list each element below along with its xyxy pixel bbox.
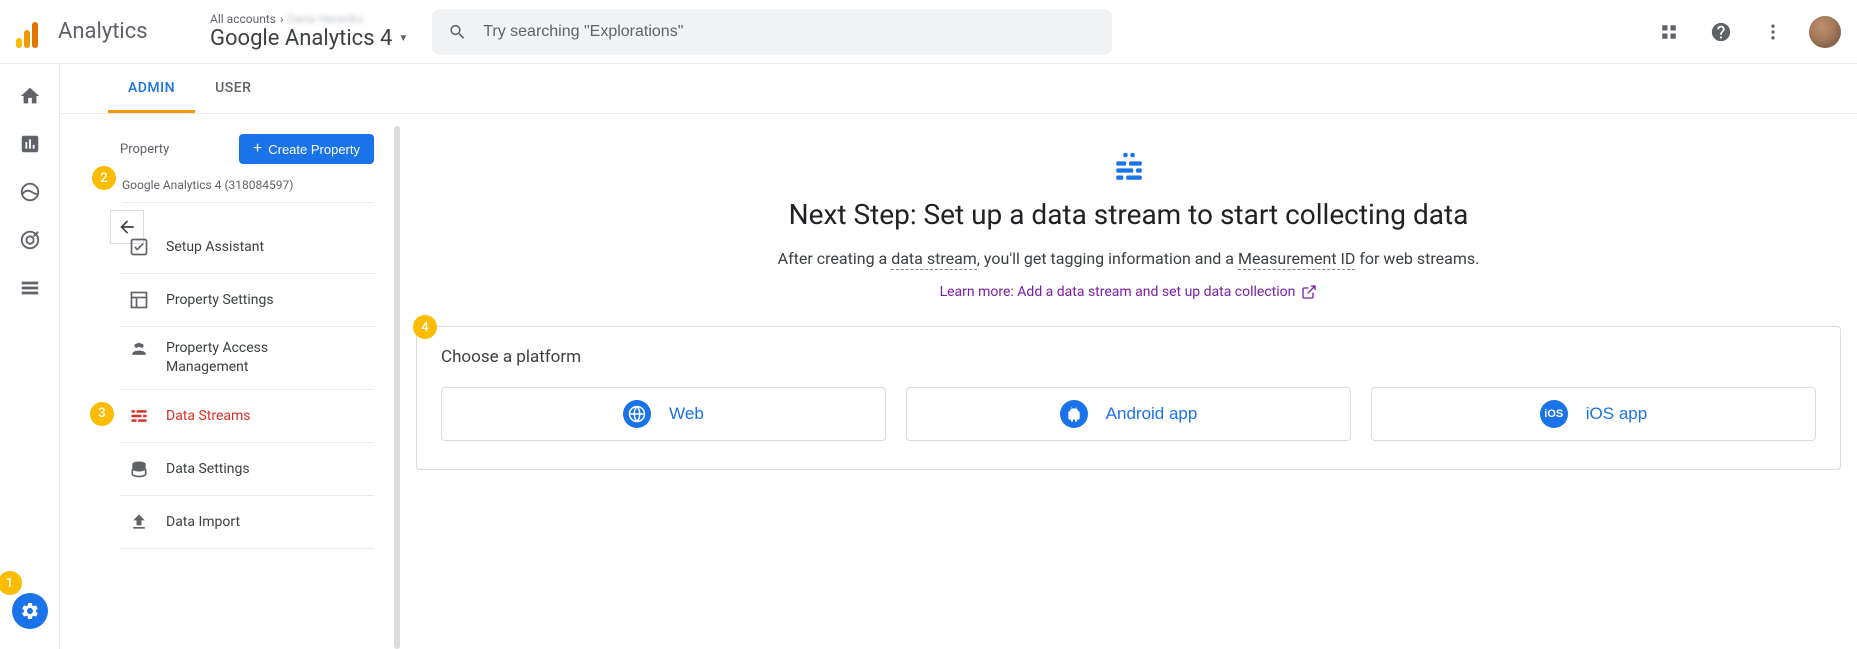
platform-ios-button[interactable]: iOS iOS app xyxy=(1371,387,1816,441)
page-title: Next Step: Set up a data stream to start… xyxy=(416,198,1841,231)
stream-hero-icon xyxy=(416,150,1841,184)
more-vert-icon[interactable] xyxy=(1757,16,1789,48)
term-data-stream[interactable]: data stream xyxy=(891,249,977,270)
breadcrumb-account-name: Daria Herenko xyxy=(288,12,364,26)
home-icon[interactable] xyxy=(18,84,42,108)
configure-icon[interactable] xyxy=(18,276,42,300)
ga-logo-icon xyxy=(16,16,48,48)
topbar: Analytics All accounts › Daria Herenko G… xyxy=(0,0,1857,64)
create-property-button[interactable]: + Create Property xyxy=(239,134,374,164)
property-name[interactable]: 2 Google Analytics 4 (318084597) xyxy=(122,172,374,203)
reports-icon[interactable] xyxy=(18,132,42,156)
search-icon xyxy=(448,22,467,42)
page-subtitle: After creating a data stream, you'll get… xyxy=(416,249,1841,268)
nav-label: Data Streams xyxy=(166,408,251,424)
apps-icon[interactable] xyxy=(1653,16,1685,48)
stream-icon xyxy=(128,406,150,426)
chevron-down-icon: ▼ xyxy=(398,33,408,44)
topbar-actions xyxy=(1653,16,1841,48)
admin-sidebar: Property + Create Property 2 Google Anal… xyxy=(60,114,400,649)
platform-android-button[interactable]: Android app xyxy=(906,387,1351,441)
annotation-badge-1: 1 xyxy=(0,571,22,595)
nav-label: Data Settings xyxy=(166,461,250,477)
nav-label: Property Settings xyxy=(166,292,274,308)
nav-data-streams[interactable]: 3 Data Streams xyxy=(120,390,374,443)
globe-icon xyxy=(623,400,651,428)
ads-icon[interactable] xyxy=(18,228,42,252)
property-nav-list: Setup Assistant Property Settings Proper… xyxy=(120,221,374,549)
annotation-badge-2: 2 xyxy=(92,166,116,190)
check-icon xyxy=(128,237,150,257)
nav-data-import[interactable]: Data Import xyxy=(120,496,374,549)
platform-web-button[interactable]: Web xyxy=(441,387,886,441)
tab-user[interactable]: USER xyxy=(195,64,271,113)
android-icon xyxy=(1060,400,1088,428)
gear-icon xyxy=(20,601,40,621)
annotation-badge-4: 4 xyxy=(413,315,437,339)
breadcrumb: All accounts › Daria Herenko xyxy=(210,12,408,26)
create-property-label: Create Property xyxy=(268,142,360,157)
people-icon xyxy=(128,339,150,359)
admin-gear[interactable]: 1 xyxy=(12,593,48,629)
nav-data-settings[interactable]: Data Settings xyxy=(120,443,374,496)
property-column-label: Property xyxy=(120,142,169,157)
nav-label: Property AccessManagement xyxy=(166,339,268,377)
external-link-icon xyxy=(1301,284,1317,300)
help-icon[interactable] xyxy=(1705,16,1737,48)
platform-ios-label: iOS app xyxy=(1586,404,1647,424)
tab-admin[interactable]: ADMIN xyxy=(108,64,195,113)
nav-rail: 1 xyxy=(0,64,60,649)
avatar[interactable] xyxy=(1809,16,1841,48)
upload-icon xyxy=(128,512,150,532)
nav-label: Setup Assistant xyxy=(166,239,264,255)
learn-more-label: Learn more: Add a data stream and set up… xyxy=(940,284,1296,300)
brand-text: Analytics xyxy=(58,19,148,44)
chevron-right-icon: › xyxy=(280,12,284,26)
property-dropdown-label: Google Analytics 4 xyxy=(210,26,392,51)
admin-tabs: ADMIN USER xyxy=(60,64,1857,114)
platform-card: 4 Choose a platform Web Android app iOS xyxy=(416,326,1841,470)
database-icon xyxy=(128,459,150,479)
nav-property-access[interactable]: Property AccessManagement xyxy=(120,327,374,390)
layout-icon xyxy=(128,290,150,310)
property-dropdown[interactable]: Google Analytics 4 ▼ xyxy=(210,26,408,51)
main-panel: Next Step: Set up a data stream to start… xyxy=(400,114,1857,649)
platform-web-label: Web xyxy=(669,404,704,424)
search-input[interactable] xyxy=(483,23,1096,41)
term-measurement-id[interactable]: Measurement ID xyxy=(1238,249,1355,270)
ios-icon: iOS xyxy=(1540,400,1568,428)
platform-android-label: Android app xyxy=(1106,404,1198,424)
nav-label: Data Import xyxy=(166,514,240,530)
breadcrumb-all: All accounts xyxy=(210,12,276,26)
logo-block: Analytics xyxy=(16,16,186,48)
plus-icon: + xyxy=(253,141,262,157)
nav-setup-assistant[interactable]: Setup Assistant xyxy=(120,221,374,274)
explore-icon[interactable] xyxy=(18,180,42,204)
nav-property-settings[interactable]: Property Settings xyxy=(120,274,374,327)
account-selector[interactable]: All accounts › Daria Herenko Google Anal… xyxy=(210,12,408,51)
annotation-badge-3: 3 xyxy=(90,402,114,426)
learn-more-link[interactable]: Learn more: Add a data stream and set up… xyxy=(940,284,1318,300)
search-bar[interactable] xyxy=(432,9,1112,55)
choose-platform-title: Choose a platform xyxy=(441,347,1816,367)
